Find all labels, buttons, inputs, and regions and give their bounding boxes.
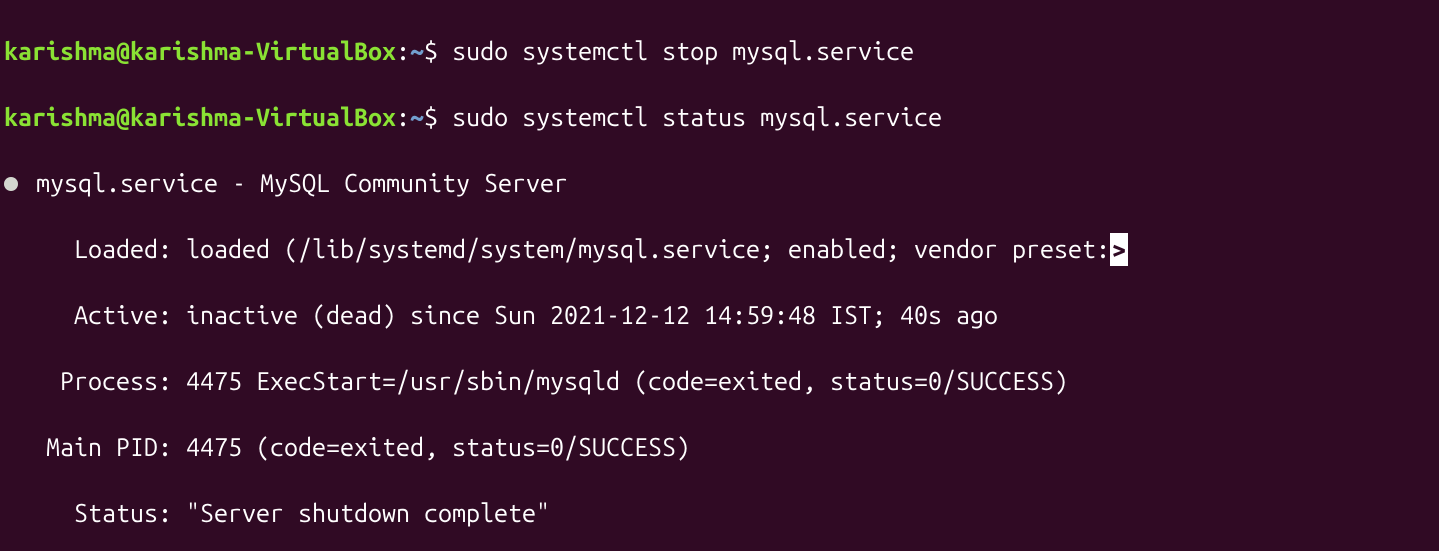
command-line-1: karishma@karishma-VirtualBox:~$ sudo sys… <box>4 35 1435 68</box>
status-process-line: Process: 4475 ExecStart=/usr/sbin/mysqld… <box>4 365 1435 398</box>
status-mainpid-line: Main PID: 4475 (code=exited, status=0/SU… <box>4 431 1435 464</box>
prompt-dollar: $ <box>424 103 452 131</box>
status-status-line: Status: "Server shutdown complete" <box>4 497 1435 530</box>
command-line-2: karishma@karishma-VirtualBox:~$ sudo sys… <box>4 101 1435 134</box>
truncation-indicator: > <box>1110 233 1128 266</box>
prompt-userhost: karishma@karishma-VirtualBox <box>4 103 396 131</box>
prompt-separator: : <box>396 103 410 131</box>
entered-command: sudo systemctl status mysql.service <box>452 103 942 131</box>
status-active-line: Active: inactive (dead) since Sun 2021-1… <box>4 299 1435 332</box>
entered-command: sudo systemctl stop mysql.service <box>452 37 914 65</box>
status-dot-icon <box>4 177 18 191</box>
terminal[interactable]: karishma@karishma-VirtualBox:~$ sudo sys… <box>0 0 1439 551</box>
prompt-userhost: karishma@karishma-VirtualBox <box>4 37 396 65</box>
status-unit-line: mysql.service - MySQL Community Server <box>4 167 1435 200</box>
status-loaded-line: Loaded: loaded (/lib/systemd/system/mysq… <box>4 233 1435 266</box>
prompt-dollar: $ <box>424 37 452 65</box>
unit-description: mysql.service - MySQL Community Server <box>22 169 568 197</box>
prompt-path: ~ <box>410 103 424 131</box>
prompt-path: ~ <box>410 37 424 65</box>
status-loaded: Loaded: loaded (/lib/systemd/system/mysq… <box>4 235 1110 263</box>
prompt-separator: : <box>396 37 410 65</box>
